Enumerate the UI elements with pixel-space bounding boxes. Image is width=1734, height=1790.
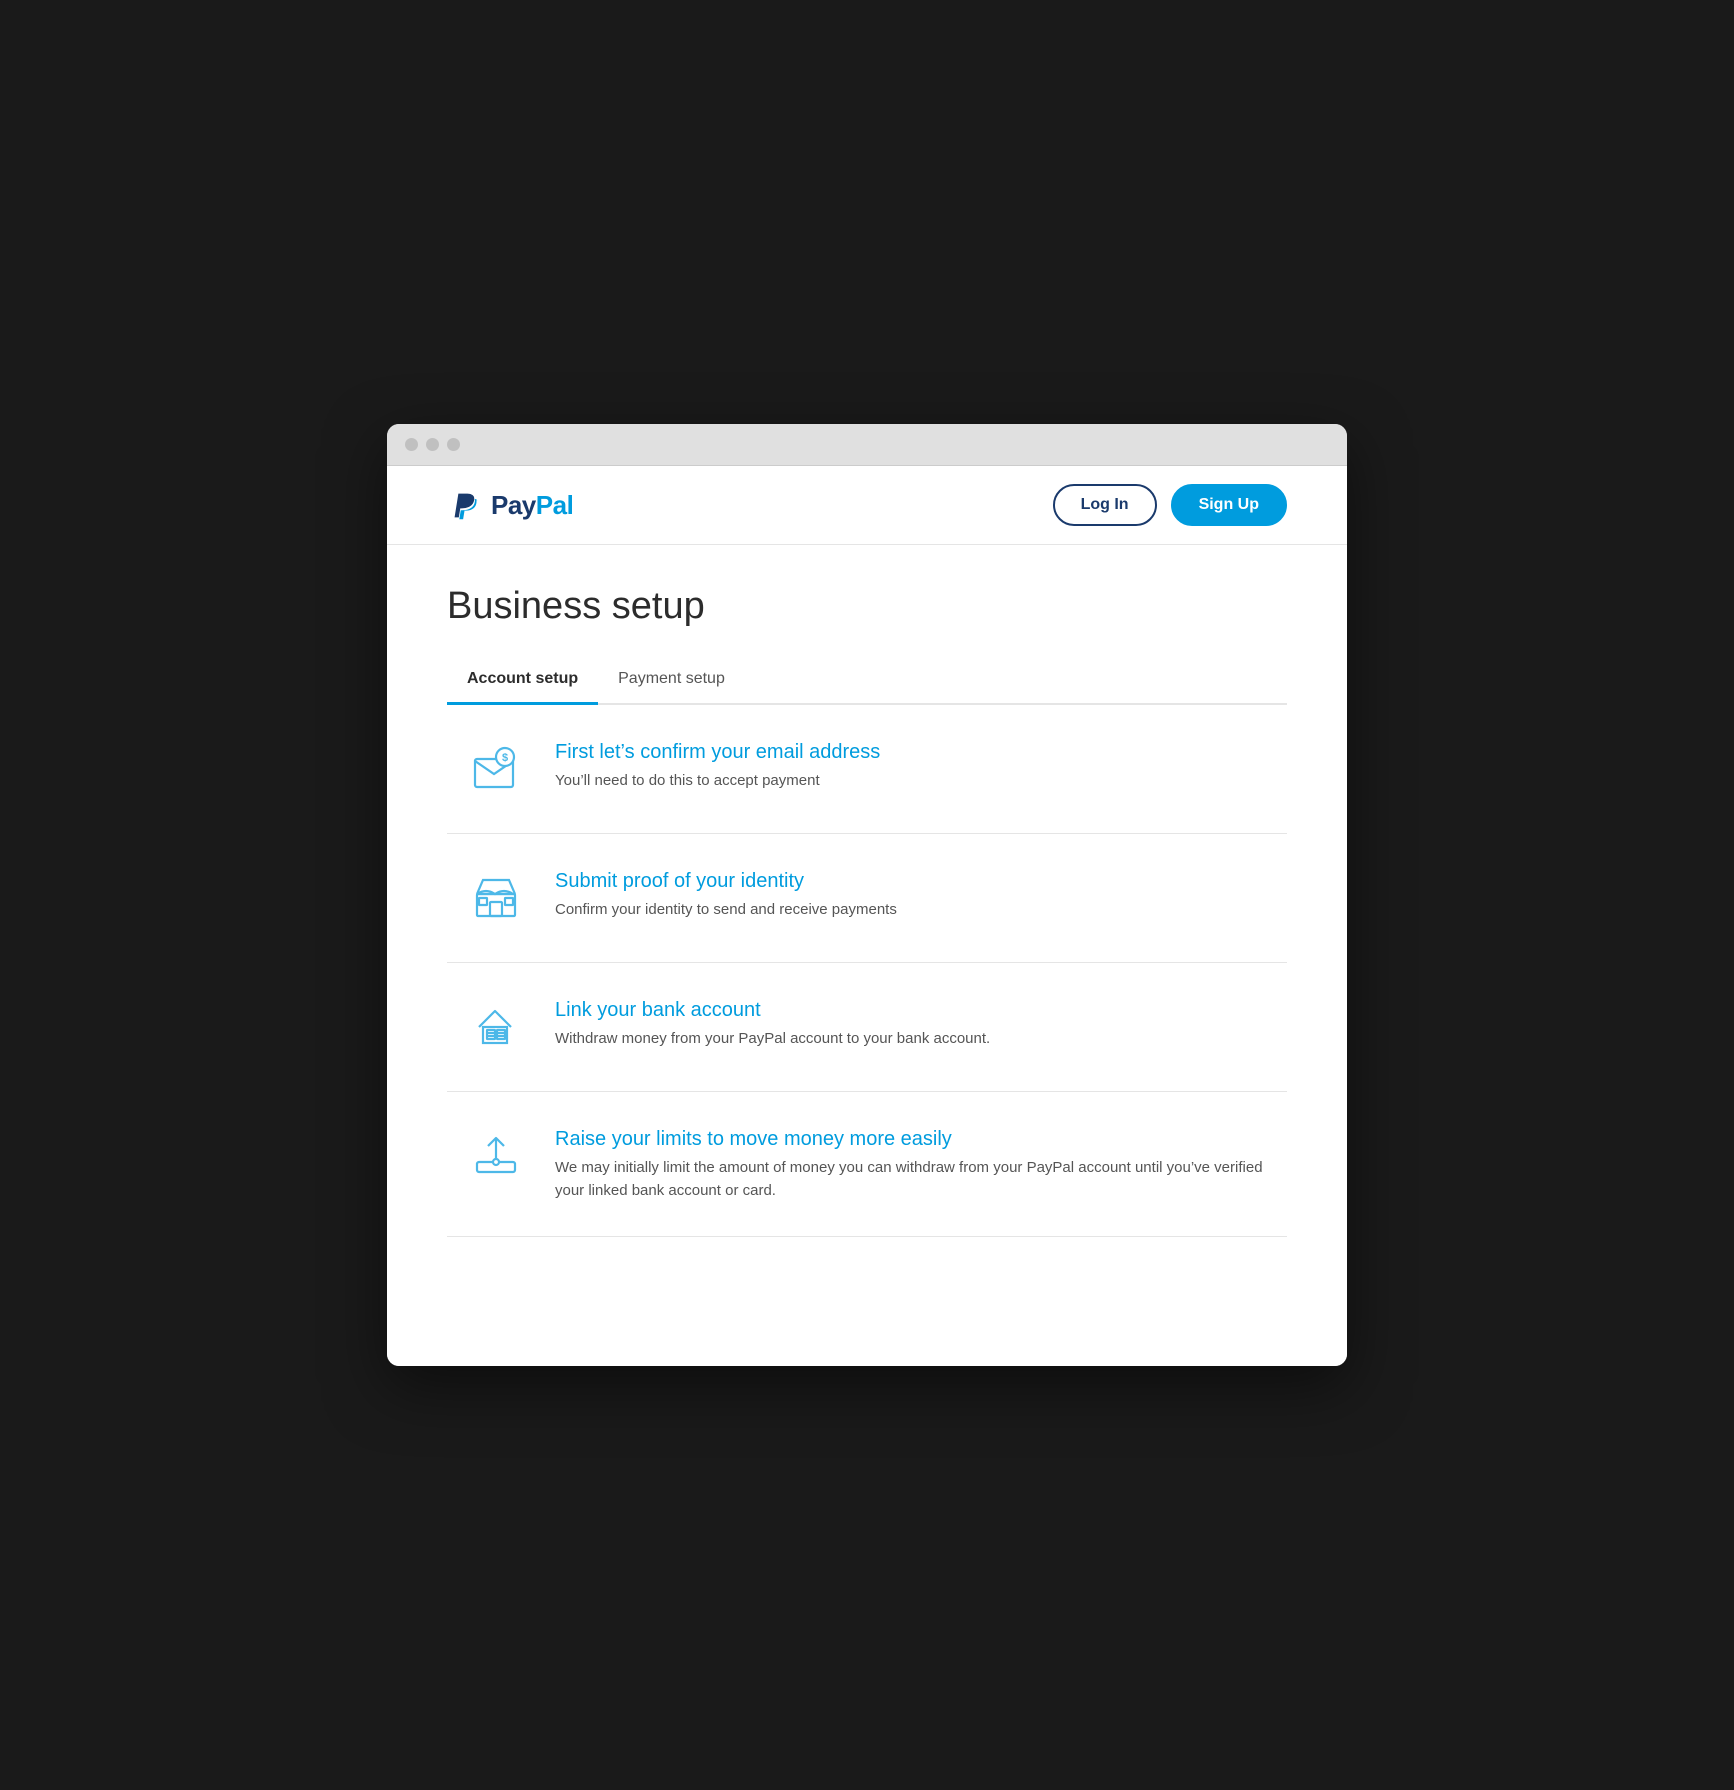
setup-item-confirm-email[interactable]: $ First let’s confirm your email address… — [447, 705, 1287, 834]
bank-icon — [467, 997, 527, 1057]
browser-dot-1 — [405, 438, 418, 451]
setup-title-raise-limits[interactable]: Raise your limits to move money more eas… — [555, 1128, 1267, 1151]
site-header: PayPal Log In Sign Up — [387, 466, 1347, 545]
main-content: Business setup Account setup Payment set… — [387, 545, 1347, 1297]
setup-list: $ First let’s confirm your email address… — [447, 705, 1287, 1237]
setup-item-link-bank[interactable]: Link your bank account Withdraw money fr… — [447, 963, 1287, 1092]
tab-account-setup[interactable]: Account setup — [447, 658, 598, 705]
browser-dot-3 — [447, 438, 460, 451]
email-icon: $ — [467, 739, 527, 799]
svg-text:$: $ — [502, 752, 508, 764]
logo-area: PayPal — [447, 487, 573, 523]
setup-item-raise-limits[interactable]: Raise your limits to move money more eas… — [447, 1092, 1287, 1237]
setup-text-submit-identity: Submit proof of your identity Confirm yo… — [555, 868, 897, 922]
browser-window: PayPal Log In Sign Up Business setup Acc… — [387, 424, 1347, 1366]
upload-icon — [467, 1126, 527, 1186]
setup-text-raise-limits: Raise your limits to move money more eas… — [555, 1126, 1267, 1202]
paypal-p-icon — [447, 487, 483, 523]
tab-payment-setup[interactable]: Payment setup — [598, 658, 745, 705]
setup-item-submit-identity[interactable]: Submit proof of your identity Confirm yo… — [447, 834, 1287, 963]
logo-pay: Pay — [491, 490, 536, 520]
setup-text-link-bank: Link your bank account Withdraw money fr… — [555, 997, 990, 1051]
browser-toolbar — [387, 424, 1347, 466]
page-title: Business setup — [447, 585, 1287, 628]
setup-desc-confirm-email: You’ll need to do this to accept payment — [555, 770, 880, 793]
setup-desc-submit-identity: Confirm your identity to send and receiv… — [555, 899, 897, 922]
header-buttons: Log In Sign Up — [1053, 484, 1287, 526]
logo-text: PayPal — [491, 490, 573, 521]
setup-desc-raise-limits: We may initially limit the amount of mon… — [555, 1157, 1267, 1202]
setup-title-link-bank[interactable]: Link your bank account — [555, 999, 990, 1022]
tabs: Account setup Payment setup — [447, 658, 1287, 705]
setup-title-confirm-email[interactable]: First let’s confirm your email address — [555, 741, 880, 764]
browser-dot-2 — [426, 438, 439, 451]
store-icon — [467, 868, 527, 928]
setup-text-confirm-email: First let’s confirm your email address Y… — [555, 739, 880, 793]
logo-pal: Pal — [536, 490, 574, 520]
signup-button[interactable]: Sign Up — [1171, 484, 1287, 526]
setup-title-submit-identity[interactable]: Submit proof of your identity — [555, 870, 897, 893]
login-button[interactable]: Log In — [1053, 484, 1157, 526]
browser-content: PayPal Log In Sign Up Business setup Acc… — [387, 466, 1347, 1366]
setup-desc-link-bank: Withdraw money from your PayPal account … — [555, 1028, 990, 1051]
